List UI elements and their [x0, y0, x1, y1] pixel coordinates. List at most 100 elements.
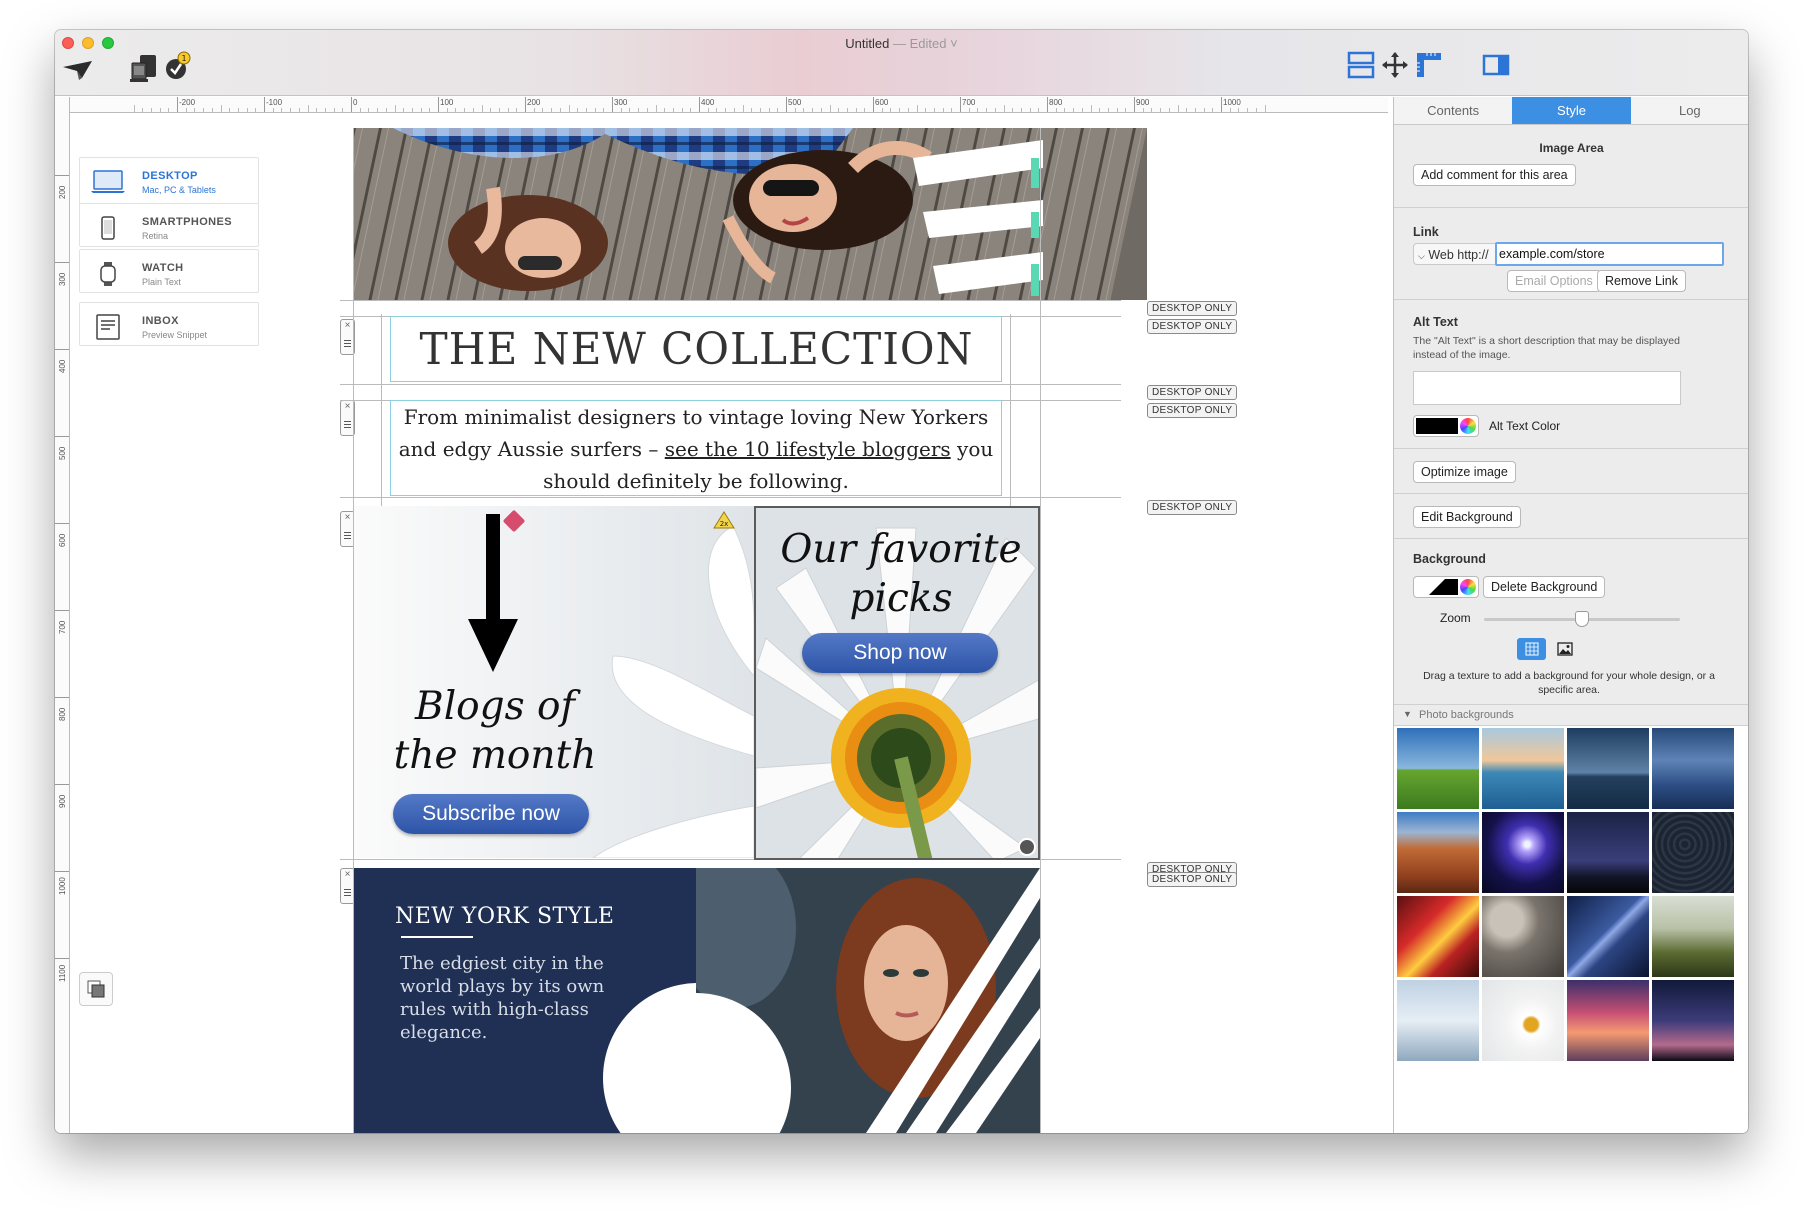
tab-style[interactable]: Style: [1512, 97, 1631, 124]
email-options-button[interactable]: Email Options: [1507, 270, 1601, 292]
blogs-image-area[interactable]: Blogs of the month Subscribe now 2x: [353, 506, 754, 858]
shop-now-button[interactable]: Shop now: [802, 633, 998, 673]
zoom-slider[interactable]: [1484, 611, 1680, 627]
photo-thumb-dusk[interactable]: [1652, 980, 1734, 1061]
photo-thumb-bridge[interactable]: [1397, 980, 1479, 1061]
photo-thumb-milky-way[interactable]: [1567, 896, 1649, 977]
add-comment-button[interactable]: Add comment for this area: [1413, 164, 1576, 186]
ruler-tick: [290, 108, 292, 112]
export-button[interactable]: [127, 52, 161, 84]
alt-text-color-swatch[interactable]: [1413, 415, 1479, 437]
photo-thumb-pebbles[interactable]: [1482, 896, 1564, 977]
ny-style-block[interactable]: NEW YORK STYLE The edgiest city in the w…: [353, 868, 696, 1133]
ruler-label: 600: [875, 98, 889, 107]
design-canvas[interactable]: DESKTOP Mac, PC & Tablets SMARTPHONES Re…: [71, 114, 1388, 1133]
desktop-only-badge[interactable]: DESKTOP ONLY: [1147, 500, 1238, 515]
photo-mode-button[interactable]: [1550, 638, 1579, 660]
delete-background-button[interactable]: Delete Background: [1483, 576, 1606, 598]
ruler-icon: [1417, 53, 1441, 77]
ruler-tick: [1081, 108, 1083, 112]
send-test-button[interactable]: [61, 56, 95, 84]
ruler-tick: [472, 108, 474, 112]
hero-image[interactable]: [353, 128, 1147, 300]
picks-image-area[interactable]: Our favorite picks Shop now: [754, 506, 1040, 860]
alt-text-input[interactable]: [1413, 371, 1681, 405]
drag-handle-icon[interactable]: [344, 889, 351, 896]
move-arrows-icon: [1382, 52, 1408, 78]
ruler-tick: [829, 105, 831, 112]
photo-thumb-phone-booth[interactable]: [1397, 896, 1479, 977]
photo-thumb-night-sky[interactable]: [1567, 812, 1649, 893]
ruler-label: 200: [527, 98, 541, 107]
warning-icon[interactable]: 2x: [713, 511, 735, 529]
ruler-tick: [1038, 108, 1040, 112]
ruler-tick: [768, 108, 770, 112]
spacing-button[interactable]: [1380, 50, 1410, 80]
device-watch[interactable]: WATCH Plain Text: [79, 249, 259, 293]
photo-thumb-canyon[interactable]: [1397, 812, 1479, 893]
drag-handle-icon[interactable]: [344, 532, 351, 539]
ruler-tick: [351, 97, 352, 112]
tab-log[interactable]: Log: [1631, 97, 1748, 124]
watch-icon: [90, 259, 126, 289]
intro-text-block[interactable]: From minimalist designers to vintage lov…: [390, 400, 1002, 496]
rulers-button[interactable]: [1414, 50, 1444, 80]
photo-thumb-ocean[interactable]: [1482, 728, 1564, 809]
toggle-sidebar-button[interactable]: [1481, 50, 1511, 80]
ruler-tick: [142, 108, 144, 112]
ruler-tick: [211, 108, 213, 112]
photo-thumb-fireworks[interactable]: [1482, 812, 1564, 893]
zoom-slider-thumb[interactable]: [1575, 611, 1589, 627]
image-area-section: Image Area Add comment for this area: [1394, 125, 1748, 208]
subscribe-button[interactable]: Subscribe now: [393, 794, 589, 834]
desktop-only-badge[interactable]: DESKTOP ONLY: [1147, 385, 1238, 400]
ny-title: NEW YORK STYLE: [395, 904, 615, 929]
ruler-tick: [594, 108, 596, 112]
optimize-image-button[interactable]: Optimize image: [1413, 461, 1516, 483]
photo-thumb-sea[interactable]: [1567, 728, 1649, 809]
desktop-only-badge[interactable]: DESKTOP ONLY: [1147, 319, 1238, 334]
collection-title-block[interactable]: THE NEW COLLECTION: [390, 316, 1002, 382]
photo-thumb-daisy[interactable]: [1482, 980, 1564, 1061]
link-url-input[interactable]: [1495, 242, 1724, 266]
drag-handle-icon[interactable]: [344, 421, 351, 428]
photo-thumb-sunset[interactable]: [1567, 980, 1649, 1061]
photo-thumb-meadow[interactable]: [1397, 728, 1479, 809]
photo-thumb-mountains[interactable]: [1652, 728, 1734, 809]
ruler-tick: [742, 105, 744, 112]
tab-contents[interactable]: Contents: [1394, 97, 1512, 124]
edit-background-button[interactable]: Edit Background: [1413, 506, 1521, 528]
check-issues-button[interactable]: 1: [163, 50, 193, 82]
photo-thumb-star-trails[interactable]: [1652, 812, 1734, 893]
drag-handle-icon[interactable]: [344, 340, 351, 347]
canvas-settings-button[interactable]: [79, 972, 113, 1006]
photo-thumb-dandelions[interactable]: [1652, 896, 1734, 977]
texture-mode-button[interactable]: [1517, 638, 1546, 660]
ruler-tick: [481, 105, 483, 112]
ruler-tick: [794, 108, 796, 112]
layout-view-button[interactable]: [1346, 50, 1376, 80]
ruler-tick: [655, 105, 657, 112]
ruler-tick: [264, 97, 265, 112]
desktop-only-badge[interactable]: DESKTOP ONLY: [1147, 403, 1238, 418]
ruler-tick: [1047, 97, 1048, 112]
bloggers-link[interactable]: see the 10 lifestyle bloggers: [665, 437, 951, 461]
link-type-select[interactable]: ⌵ Web http://: [1413, 243, 1495, 265]
optimize-section: Optimize image: [1394, 449, 1748, 494]
desktop-only-badge[interactable]: DESKTOP ONLY: [1147, 872, 1238, 887]
device-desktop[interactable]: DESKTOP Mac, PC & Tablets: [79, 157, 259, 205]
ruler-tick: [759, 108, 761, 112]
replace-image-icon[interactable]: [1018, 838, 1036, 856]
portrait-image[interactable]: [696, 868, 1040, 1133]
desktop-only-badge[interactable]: DESKTOP ONLY: [1147, 301, 1238, 316]
svg-text:1: 1: [181, 54, 186, 63]
ruler-tick: [733, 108, 735, 112]
ruler-tick: [777, 108, 779, 112]
photo-backgrounds-header[interactable]: ▼ Photo backgrounds: [1394, 705, 1748, 726]
background-color-swatch[interactable]: [1413, 576, 1479, 598]
grid-pattern-icon: [1525, 642, 1538, 656]
device-smartphones[interactable]: SMARTPHONES Retina: [79, 203, 259, 247]
device-inbox[interactable]: INBOX Preview Snippet: [79, 302, 259, 346]
ruler-tick: [298, 108, 300, 112]
remove-link-button[interactable]: Remove Link: [1597, 270, 1686, 292]
